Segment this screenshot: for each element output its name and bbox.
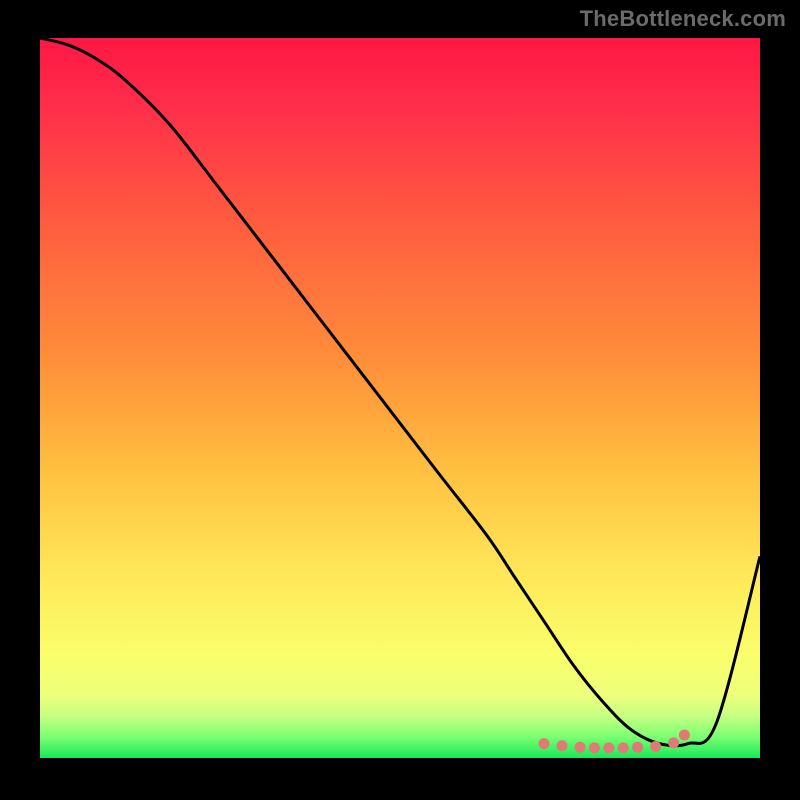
valley-dot xyxy=(539,738,550,749)
chart-frame: TheBottleneck.com xyxy=(0,0,800,800)
valley-dot xyxy=(575,742,586,753)
valley-dot xyxy=(668,737,679,748)
valley-dot xyxy=(632,742,643,753)
valley-dot xyxy=(603,742,614,753)
valley-dot xyxy=(650,741,661,752)
valley-dot xyxy=(618,742,629,753)
valley-dot xyxy=(557,740,568,751)
curve-layer xyxy=(40,38,760,758)
plot-area xyxy=(40,38,760,758)
watermark-text: TheBottleneck.com xyxy=(580,6,786,32)
valley-dot xyxy=(679,729,690,740)
bottleneck-curve xyxy=(40,38,760,746)
valley-dots xyxy=(539,729,690,753)
valley-dot xyxy=(589,742,600,753)
